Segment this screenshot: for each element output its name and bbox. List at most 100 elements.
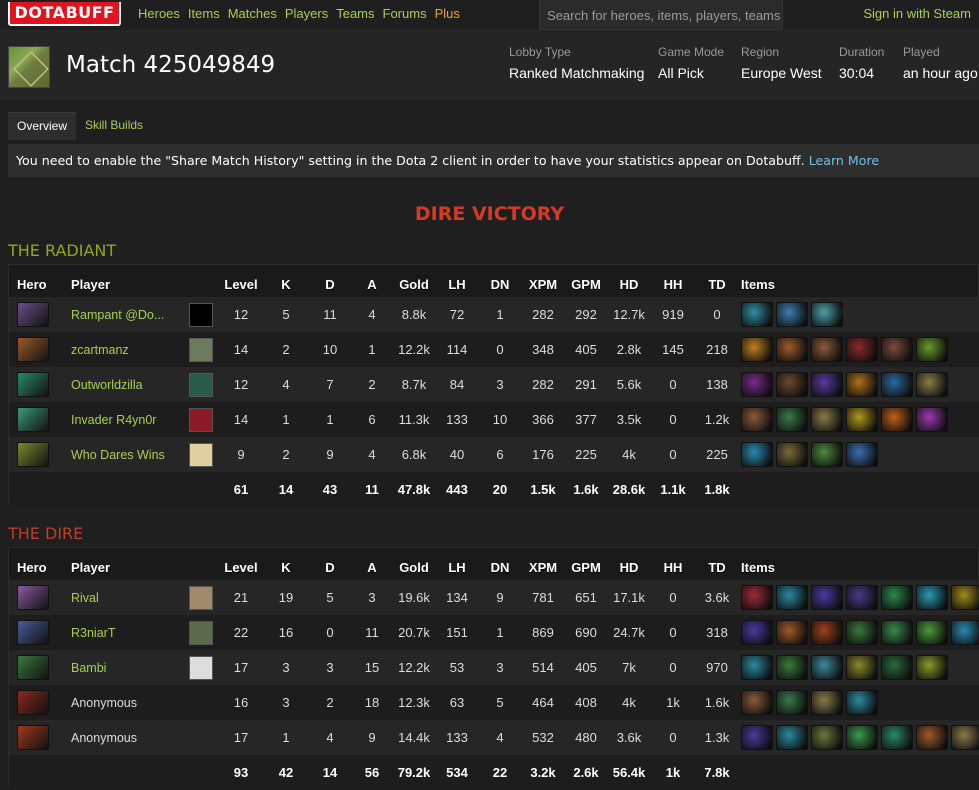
item-icon[interactable] (741, 725, 773, 750)
item-icon[interactable] (881, 372, 913, 397)
item-icon[interactable] (741, 407, 773, 432)
nav-link-players[interactable]: Players (285, 6, 328, 21)
item-icon[interactable] (916, 655, 948, 680)
column-header-level[interactable]: Level (223, 270, 259, 298)
item-icon[interactable] (916, 407, 948, 432)
column-header-gpm[interactable]: GPM (567, 270, 605, 298)
item-icon[interactable] (916, 620, 948, 645)
item-icon[interactable] (846, 620, 878, 645)
column-header-td[interactable]: TD (699, 270, 735, 298)
column-header-gold[interactable]: Gold (391, 553, 437, 581)
column-header-items[interactable]: Items (741, 553, 801, 581)
column-header-td[interactable]: TD (699, 553, 735, 581)
column-header-d[interactable]: D (315, 553, 345, 581)
item-icon[interactable] (776, 585, 808, 610)
column-header-items[interactable]: Items (741, 270, 801, 298)
item-icon[interactable] (741, 337, 773, 362)
column-header-dn[interactable]: DN (483, 270, 517, 298)
column-header-hh[interactable]: HH (655, 270, 691, 298)
item-icon[interactable] (881, 725, 913, 750)
item-icon[interactable] (881, 620, 913, 645)
item-icon[interactable] (811, 337, 843, 362)
item-icon[interactable] (811, 655, 843, 680)
player-name[interactable]: Outworldzilla (71, 367, 189, 402)
item-icon[interactable] (741, 302, 773, 327)
column-header-hero[interactable]: Hero (17, 553, 57, 581)
player-avatar[interactable] (189, 302, 213, 327)
player-avatar[interactable] (189, 620, 213, 645)
player-avatar[interactable] (189, 442, 213, 467)
hero-portrait-icon[interactable] (17, 442, 49, 467)
player-name[interactable]: Rival (71, 580, 189, 615)
item-icon[interactable] (846, 442, 878, 467)
item-icon[interactable] (741, 690, 773, 715)
column-header-k[interactable]: K (271, 553, 301, 581)
item-icon[interactable] (811, 620, 843, 645)
column-header-player[interactable]: Player (71, 270, 189, 298)
item-icon[interactable] (916, 372, 948, 397)
item-icon[interactable] (811, 585, 843, 610)
item-icon[interactable] (776, 337, 808, 362)
item-icon[interactable] (846, 690, 878, 715)
item-icon[interactable] (951, 585, 979, 610)
nav-link-teams[interactable]: Teams (336, 6, 374, 21)
hero-portrait-icon[interactable] (17, 690, 49, 715)
hero-portrait-icon[interactable] (17, 372, 49, 397)
column-header-xpm[interactable]: XPM (523, 270, 563, 298)
nav-link-plus[interactable]: Plus (435, 6, 460, 21)
nav-link-items[interactable]: Items (188, 6, 220, 21)
item-icon[interactable] (846, 372, 878, 397)
item-icon[interactable] (951, 725, 979, 750)
item-icon[interactable] (741, 372, 773, 397)
item-icon[interactable] (776, 725, 808, 750)
column-header-d[interactable]: D (315, 270, 345, 298)
item-icon[interactable] (881, 337, 913, 362)
item-icon[interactable] (881, 407, 913, 432)
column-header-hd[interactable]: HD (607, 553, 651, 581)
hero-portrait-icon[interactable] (17, 725, 49, 750)
item-icon[interactable] (776, 690, 808, 715)
item-icon[interactable] (916, 337, 948, 362)
column-header-a[interactable]: A (357, 553, 387, 581)
search-input[interactable]: Search for heroes, items, players, teams (539, 0, 783, 30)
player-avatar[interactable] (189, 655, 213, 680)
item-icon[interactable] (741, 442, 773, 467)
column-header-level[interactable]: Level (223, 553, 259, 581)
player-avatar[interactable] (189, 372, 213, 397)
tab-overview[interactable]: Overview (8, 112, 77, 140)
item-icon[interactable] (776, 620, 808, 645)
item-icon[interactable] (846, 585, 878, 610)
hero-portrait-icon[interactable] (17, 585, 49, 610)
item-icon[interactable] (776, 442, 808, 467)
hero-portrait-icon[interactable] (17, 407, 49, 432)
item-icon[interactable] (846, 725, 878, 750)
hero-portrait-icon[interactable] (17, 620, 49, 645)
column-header-hd[interactable]: HD (607, 270, 651, 298)
item-icon[interactable] (776, 655, 808, 680)
hero-portrait-icon[interactable] (17, 655, 49, 680)
item-icon[interactable] (916, 585, 948, 610)
player-avatar[interactable] (189, 407, 213, 432)
nav-link-heroes[interactable]: Heroes (138, 6, 180, 21)
item-icon[interactable] (811, 407, 843, 432)
column-header-lh[interactable]: LH (439, 270, 475, 298)
player-name[interactable]: Bambi (71, 650, 189, 685)
player-avatar[interactable] (189, 585, 213, 610)
player-name[interactable]: zcartmanz (71, 332, 189, 367)
column-header-gpm[interactable]: GPM (567, 553, 605, 581)
tab-skill-builds[interactable]: Skill Builds (76, 112, 152, 140)
player-avatar[interactable] (189, 337, 213, 362)
column-header-hero[interactable]: Hero (17, 270, 57, 298)
player-name[interactable]: Invader R4yn0r (71, 402, 189, 437)
item-icon[interactable] (776, 407, 808, 432)
column-header-a[interactable]: A (357, 270, 387, 298)
item-icon[interactable] (811, 690, 843, 715)
item-icon[interactable] (951, 620, 979, 645)
column-header-player[interactable]: Player (71, 553, 189, 581)
item-icon[interactable] (846, 337, 878, 362)
item-icon[interactable] (811, 372, 843, 397)
item-icon[interactable] (846, 407, 878, 432)
item-icon[interactable] (811, 725, 843, 750)
item-icon[interactable] (776, 372, 808, 397)
item-icon[interactable] (811, 302, 843, 327)
